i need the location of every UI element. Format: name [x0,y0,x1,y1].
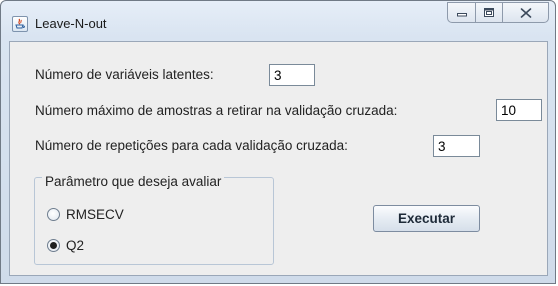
minimize-button[interactable] [447,2,475,23]
rmsecv-radio-option[interactable]: RMSECV [47,207,124,222]
rmsecv-radio-label: RMSECV [66,207,124,222]
execute-button[interactable]: Executar [373,205,480,232]
maximize-icon [484,8,494,17]
window-title: Leave-N-out [35,16,107,31]
minimize-icon [456,12,467,16]
close-button[interactable] [502,2,549,23]
repetitions-input[interactable] [433,135,480,157]
q2-radio-option[interactable]: Q2 [47,238,84,253]
radio-selected-dot [50,242,57,249]
window-controls [447,2,549,24]
close-icon [520,7,531,18]
java-app-icon[interactable] [12,16,28,32]
rmsecv-radio-button[interactable] [47,208,60,221]
repetitions-label: Número de repetições para cada validação… [35,138,348,153]
parameter-group-title: Parâmetro que deseja avaliar [42,174,225,189]
max-samples-label: Número máximo de amostras a retirar na v… [35,103,398,118]
title-bar[interactable]: Leave-N-out [1,1,555,41]
max-samples-input[interactable] [496,99,542,121]
q2-radio-label: Q2 [66,238,85,253]
latent-variables-label: Número de variáveis latentes: [35,67,214,82]
latent-variables-input[interactable] [269,64,315,86]
q2-radio-button[interactable] [47,239,60,252]
maximize-button[interactable] [475,2,502,23]
